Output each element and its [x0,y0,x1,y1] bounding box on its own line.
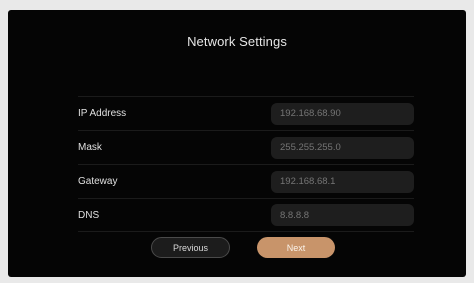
dns-field[interactable] [271,204,414,226]
button-bar: Previous Next [8,237,466,258]
gateway-row: Gateway [78,164,414,198]
previous-button[interactable]: Previous [151,237,230,258]
ip-address-field[interactable] [271,102,414,125]
dns-row: DNS [78,198,414,232]
network-settings-screen: Network Settings IP Address Mask Gateway… [8,10,466,277]
mask-label: Mask [78,142,102,153]
ip-address-row: IP Address [78,96,414,130]
dns-label: DNS [78,209,100,221]
next-button[interactable]: Next [257,237,335,258]
network-form: IP Address Mask Gateway DNS [78,96,414,232]
mask-row: Mask [78,130,414,164]
ip-address-label: IP Address [78,108,127,119]
page-title: Network Settings [187,34,287,49]
mask-field[interactable] [271,136,414,159]
gateway-field[interactable] [271,170,414,193]
gateway-label: Gateway [78,176,118,187]
